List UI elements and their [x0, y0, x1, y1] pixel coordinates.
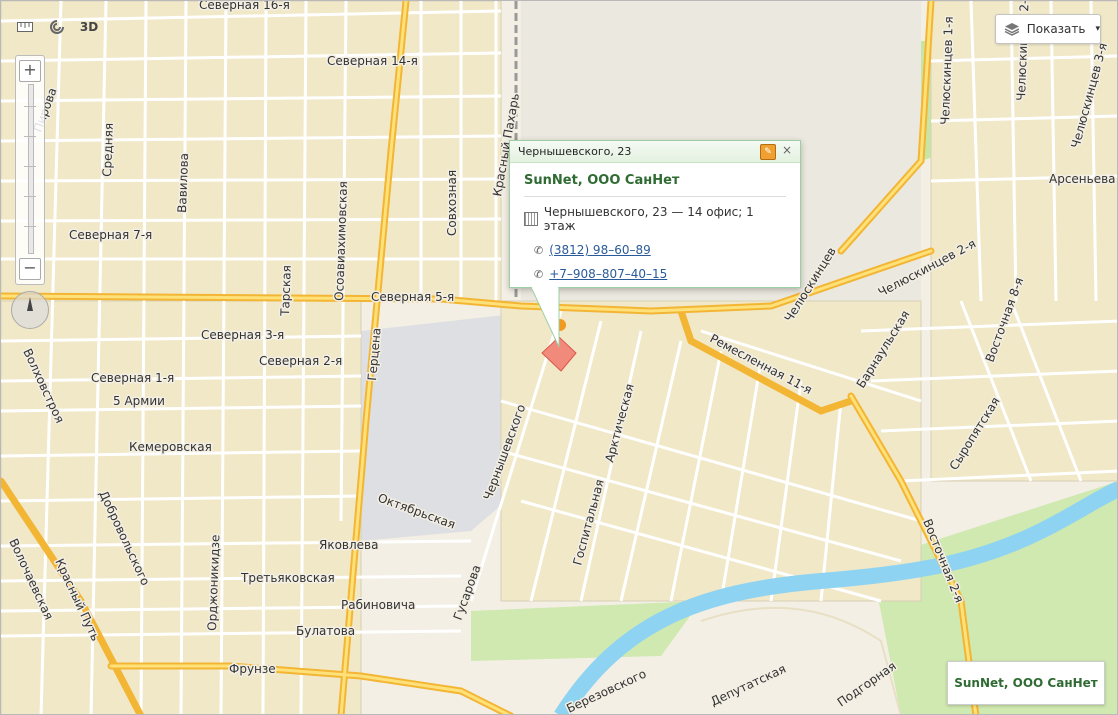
view-3d-button[interactable]: 3D — [75, 15, 103, 39]
zoom-tick — [24, 196, 36, 197]
close-icon[interactable]: × — [780, 143, 794, 157]
street-label: Арсеньева — [1049, 172, 1116, 186]
phone-icon: ✆ — [534, 267, 544, 281]
compass-icon[interactable] — [11, 291, 49, 329]
zoom-tick — [24, 226, 36, 227]
layers-icon — [1004, 23, 1019, 36]
company-name: SunNet, ООО СанНет — [524, 173, 786, 197]
street-label: Северная 7-я — [69, 228, 152, 242]
phone-row: ✆ (3812) 98–60–89 — [534, 243, 786, 257]
street-label: Северная 14-я — [327, 54, 418, 68]
street-label: Третьяковская — [240, 571, 335, 585]
layers-button[interactable]: Показать ▾ — [995, 14, 1101, 44]
balloon-title: Чернышевского, 23 — [518, 145, 632, 158]
street-label: Северная 16-я — [199, 1, 290, 12]
info-balloon: Чернышевского, 23 ✎ × SunNet, ООО СанНет… — [509, 140, 801, 288]
zoom-control: + − — [15, 55, 45, 285]
chevron-down-icon: ▾ — [1095, 24, 1100, 34]
street-label: Северная 5-я — [371, 290, 454, 304]
phone-icon: ✆ — [534, 243, 544, 257]
layers-button-label: Показать — [1026, 22, 1086, 36]
address-row: Чернышевского, 23 — 14 офис; 1 этаж — [524, 205, 786, 233]
street-label: Кемеровская — [129, 440, 212, 454]
street-label: Подгорная — [835, 659, 899, 710]
street-label: Совхозная — [445, 170, 459, 236]
street-label: Булатова — [296, 624, 355, 638]
phone-link[interactable]: (3812) 98–60–89 — [549, 243, 651, 257]
street-label: Северная 2-я — [259, 354, 342, 368]
street-label: Средняя — [100, 123, 116, 177]
map-canvas[interactable]: Северная 16-я Северная 14-я Северная 7-я… — [1, 1, 1118, 715]
zoom-tick — [24, 106, 36, 107]
street-label: Тарская — [278, 265, 294, 317]
map-toolbar: 3D — [11, 15, 103, 39]
address-text: Чернышевского, 23 — 14 офис; 1 этаж — [543, 205, 754, 233]
placard-label: SunNet, ООО СанНет — [954, 676, 1098, 690]
street-label: Северная 1-я — [91, 371, 174, 385]
zoom-slider-track[interactable] — [28, 84, 34, 254]
map[interactable]: Северная 16-я Северная 14-я Северная 7-я… — [0, 0, 1118, 715]
phone-row: ✆ +7–908–807–40–15 — [534, 267, 786, 281]
balloon-header: Чернышевского, 23 ✎ × — [510, 141, 800, 163]
zoom-in-button[interactable]: + — [19, 60, 41, 82]
compass-needle — [27, 297, 33, 311]
street-label: Северная 3-я — [201, 328, 284, 342]
ruler-icon[interactable] — [11, 15, 39, 39]
street-label: Фрунзе — [229, 662, 276, 676]
street-label: 5 Армии — [113, 394, 165, 408]
balloon-tail — [531, 287, 560, 348]
traffic-icon[interactable] — [43, 15, 71, 39]
street-label: Яковлева — [319, 538, 378, 552]
street-label: Рабиновича — [341, 598, 415, 612]
company-placard[interactable]: SunNet, ООО СанНет — [947, 661, 1105, 705]
phone-link[interactable]: +7–908–807–40–15 — [549, 267, 667, 281]
street-label: Вавилова — [175, 153, 191, 213]
building-icon — [524, 212, 538, 226]
zoom-out-button[interactable]: − — [19, 258, 41, 280]
zoom-tick — [24, 166, 36, 167]
pin-icon[interactable]: ✎ — [760, 144, 776, 160]
street-label: Депутатская — [708, 662, 788, 709]
zoom-tick — [24, 136, 36, 137]
